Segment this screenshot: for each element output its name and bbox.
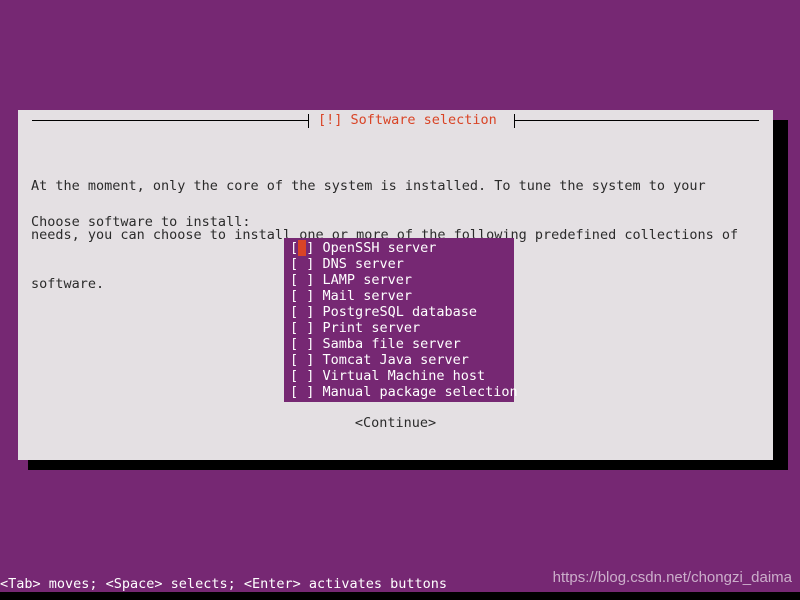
list-item-label: OpenSSH server — [314, 240, 437, 256]
list-item-label: Virtual Machine host — [314, 368, 486, 384]
choose-software-prompt: Choose software to install: — [31, 214, 251, 230]
status-bar-hint: <Tab> moves; <Space> selects; <Enter> ac… — [0, 576, 448, 592]
title-tick-right — [514, 114, 515, 128]
list-item[interactable]: [ ] Virtual Machine host — [284, 368, 514, 384]
title-tick-left — [308, 114, 309, 128]
title-rule-left — [32, 120, 308, 121]
list-item-label: Mail server — [314, 288, 412, 304]
checkbox-icon[interactable]: [ ] — [290, 240, 314, 256]
list-item-label: Print server — [314, 320, 421, 336]
watermark: https://blog.csdn.net/chongzi_daima — [552, 569, 792, 586]
list-item[interactable]: [ ] PostgreSQL database — [284, 304, 514, 320]
checkbox-icon[interactable]: [ ] — [290, 320, 314, 336]
checkbox-icon[interactable]: [ ] — [290, 304, 314, 320]
software-selection-dialog: [!] Software selection At the moment, on… — [18, 110, 773, 460]
list-item[interactable]: [ ] LAMP server — [284, 272, 514, 288]
continue-button[interactable]: <Continue> — [18, 415, 773, 431]
body-line: At the moment, only the core of the syst… — [31, 178, 706, 194]
title-rule-right — [514, 120, 759, 121]
checkbox-icon[interactable]: [ ] — [290, 336, 314, 352]
list-item[interactable]: [ ] OpenSSH server — [284, 240, 514, 256]
list-item-label: PostgreSQL database — [314, 304, 477, 320]
list-item[interactable]: [ ] Tomcat Java server — [284, 352, 514, 368]
software-selection-list[interactable]: [ ] OpenSSH server[ ] DNS server[ ] LAMP… — [284, 238, 518, 402]
list-item-label: Tomcat Java server — [314, 352, 469, 368]
list-item[interactable]: [ ] DNS server — [284, 256, 514, 272]
list-item-label: Manual package selection — [314, 384, 518, 400]
list-item[interactable]: [ ] Manual package selection — [284, 384, 518, 400]
list-item-label: Samba file server — [314, 336, 461, 352]
installer-screen: [!] Software selection At the moment, on… — [0, 0, 800, 600]
page-title: [!] Software selection — [314, 112, 501, 128]
list-item[interactable]: [ ] Samba file server — [284, 336, 514, 352]
checkbox-icon[interactable]: [ ] — [290, 352, 314, 368]
checkbox-icon[interactable]: [ ] — [290, 368, 314, 384]
checkbox-icon[interactable]: [ ] — [290, 256, 314, 272]
list-item-label: LAMP server — [314, 272, 412, 288]
checkbox-icon[interactable]: [ ] — [290, 288, 314, 304]
checkbox-icon[interactable]: [ ] — [290, 384, 314, 400]
checkbox-icon[interactable]: [ ] — [290, 272, 314, 288]
list-item[interactable]: [ ] Print server — [284, 320, 514, 336]
list-item-label: DNS server — [314, 256, 404, 272]
dialog-title-bar: [!] Software selection — [18, 110, 773, 130]
list-item[interactable]: [ ] Mail server — [284, 288, 514, 304]
